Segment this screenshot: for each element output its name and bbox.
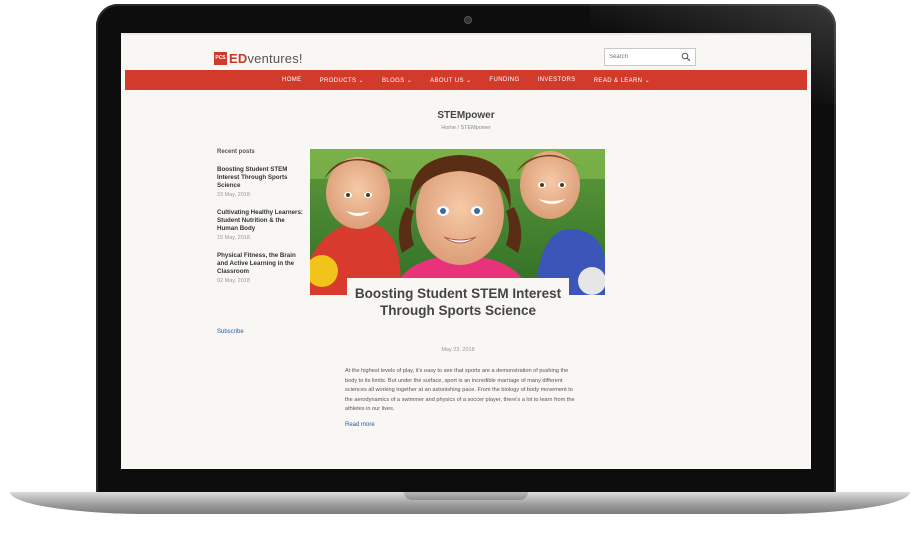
search-box <box>604 48 696 66</box>
nav-home[interactable]: HOME <box>282 77 302 83</box>
browser-viewport: PCS EDventures! HOME PRODUCTS ⌄ BLOGS ⌄ … <box>121 33 811 469</box>
camera-icon <box>464 16 472 24</box>
sidebar: Recent posts Boosting Student STEM Inter… <box>217 149 307 295</box>
breadcrumb[interactable]: Home / STEMpower <box>121 125 811 131</box>
logo-badge: PCS <box>214 51 227 65</box>
post-title[interactable]: Boosting Student STEM Interest Through S… <box>217 166 307 190</box>
nav-about-us[interactable]: ABOUT US ⌄ <box>430 77 471 84</box>
read-more-link[interactable]: Read more <box>345 422 375 428</box>
post-title[interactable]: Physical Fitness, the Brain and Active L… <box>217 252 307 276</box>
article-title[interactable]: Boosting Student STEM Interest Through S… <box>347 285 569 319</box>
nav-products[interactable]: PRODUCTS ⌄ <box>320 77 364 84</box>
list-item[interactable]: Cultivating Healthy Learners: Student Nu… <box>217 209 307 241</box>
recent-posts-heading: Recent posts <box>217 149 255 155</box>
search-icon[interactable] <box>681 52 691 62</box>
nav-read-learn[interactable]: READ & LEARN ⌄ <box>594 77 650 84</box>
post-date: 02 May, 2018 <box>217 278 250 284</box>
nav-blogs[interactable]: BLOGS ⌄ <box>382 77 412 84</box>
site-logo[interactable]: PCS EDventures! <box>214 50 303 66</box>
search-input[interactable] <box>609 49 679 65</box>
main-nav: HOME PRODUCTS ⌄ BLOGS ⌄ ABOUT US ⌄ FUNDI… <box>125 70 807 90</box>
post-date: 23 May, 2018 <box>217 192 250 198</box>
subscribe-link[interactable]: Subscribe <box>217 329 244 335</box>
top-divider <box>121 33 811 35</box>
page-title: STEMpower <box>437 110 495 121</box>
laptop-frame: PCS EDventures! HOME PRODUCTS ⌄ BLOGS ⌄ … <box>0 0 917 537</box>
post-title[interactable]: Cultivating Healthy Learners: Student Nu… <box>217 209 307 233</box>
article-date: May 23, 2018 <box>441 347 475 353</box>
nav-investors[interactable]: INVESTORS <box>538 77 576 83</box>
nav-funding[interactable]: FUNDING <box>489 77 519 83</box>
hero-image[interactable] <box>310 149 605 295</box>
article-excerpt: At the highest levels of play, it's easy… <box>345 368 575 412</box>
logo-ventures: ventures! <box>247 50 303 66</box>
laptop-notch <box>404 492 528 500</box>
logo-ed: ED <box>229 50 248 66</box>
post-date: 15 May, 2018 <box>217 235 250 241</box>
list-item[interactable]: Physical Fitness, the Brain and Active L… <box>217 252 307 284</box>
list-item[interactable]: Boosting Student STEM Interest Through S… <box>217 166 307 198</box>
logo-wordmark: EDventures! <box>229 51 303 66</box>
